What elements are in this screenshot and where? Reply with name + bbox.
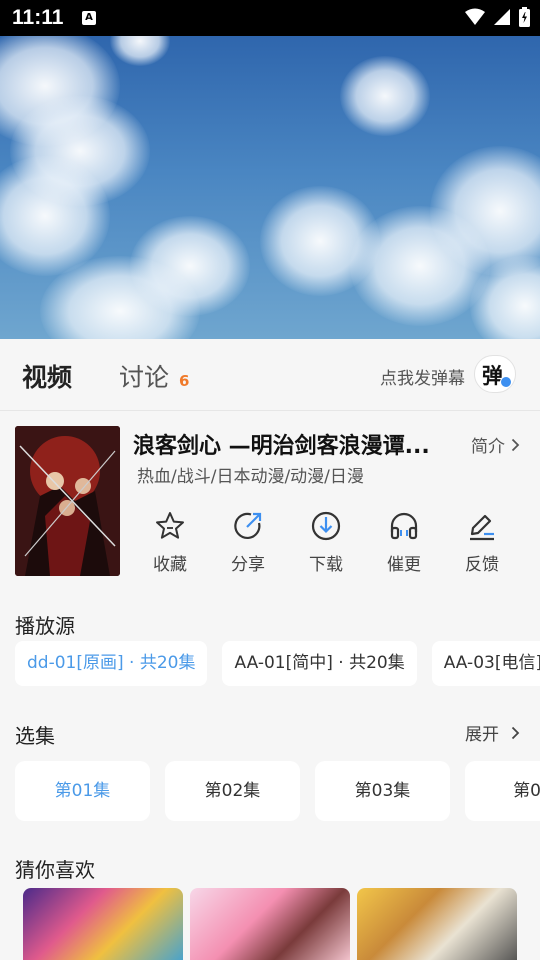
episodes-list: 第01集第02集第03集第04 bbox=[15, 761, 540, 821]
expand-episodes-button[interactable]: 展开 bbox=[465, 720, 520, 745]
episode-button[interactable]: 第03集 bbox=[315, 761, 450, 821]
download-button[interactable]: 下载 bbox=[287, 506, 365, 575]
feedback-label: 反馈 bbox=[465, 555, 499, 575]
danmu-toggle-button[interactable]: 弹 bbox=[474, 355, 516, 393]
download-icon bbox=[311, 511, 341, 541]
urge-update-label: 催更 bbox=[387, 555, 421, 575]
content-tab-bar: 视频 讨论 6 点我发弹幕 弹 bbox=[0, 339, 540, 411]
signal-icon bbox=[494, 9, 510, 25]
expand-label: 展开 bbox=[465, 725, 499, 745]
episode-button[interactable]: 第02集 bbox=[165, 761, 300, 821]
show-title: 浪客剑心 —明治剑客浪漫谭... bbox=[133, 434, 430, 459]
favorite-button[interactable]: 收藏 bbox=[131, 506, 209, 575]
episode-button[interactable]: 第01集 bbox=[15, 761, 150, 821]
sources-section-title: 播放源 bbox=[15, 614, 75, 638]
recommend-card[interactable] bbox=[357, 888, 517, 960]
download-label: 下载 bbox=[309, 555, 343, 575]
favorite-label: 收藏 bbox=[153, 555, 187, 575]
tab-discuss[interactable]: 讨论 bbox=[119, 358, 169, 394]
battery-icon bbox=[519, 7, 530, 27]
danmu-icon: 弹 bbox=[482, 364, 503, 388]
danmu-input-prompt[interactable]: 点我发弹幕 bbox=[380, 364, 465, 389]
danmu-enabled-icon bbox=[500, 376, 512, 388]
action-bar: 收藏 分享 下载 催更 反馈 bbox=[131, 506, 521, 575]
sources-list: dd-01[原画] · 共20集 AA-01[简中] · 共20集 AA-03[电信… bbox=[15, 641, 540, 687]
chevron-right-icon bbox=[511, 438, 520, 451]
chevron-right-icon bbox=[511, 726, 520, 739]
star-icon bbox=[156, 512, 184, 539]
show-poster bbox=[15, 426, 120, 576]
source-chip[interactable]: AA-03[电信] bbox=[431, 641, 540, 686]
share-icon bbox=[234, 512, 262, 539]
source-chip[interactable]: dd-01[原画] · 共20集 bbox=[15, 641, 208, 686]
poster-art bbox=[15, 426, 120, 576]
edit-icon bbox=[470, 514, 494, 541]
source-chip[interactable]: AA-01[简中] · 共20集 bbox=[222, 641, 417, 686]
show-tags: 热血/战斗/日本动漫/动漫/日漫 bbox=[137, 467, 364, 487]
headphones-icon bbox=[390, 512, 418, 540]
recommend-card[interactable] bbox=[23, 888, 183, 960]
episode-button[interactable]: 第04 bbox=[465, 761, 540, 821]
status-time: 11:11 bbox=[12, 6, 64, 29]
episodes-section-title: 选集 bbox=[15, 724, 55, 748]
recommend-section-title: 猜你喜欢 bbox=[15, 858, 95, 882]
intro-label: 简介 bbox=[471, 437, 505, 457]
discuss-count-badge: 6 bbox=[179, 372, 190, 390]
status-bar: 11:11 A bbox=[0, 0, 540, 36]
video-player[interactable] bbox=[0, 36, 540, 339]
feedback-button[interactable]: 反馈 bbox=[443, 506, 521, 575]
urge-update-button[interactable]: 催更 bbox=[365, 506, 443, 575]
notification-a-icon: A bbox=[82, 11, 96, 25]
recommend-list bbox=[23, 888, 540, 960]
share-button[interactable]: 分享 bbox=[209, 506, 287, 575]
wifi-icon bbox=[465, 8, 485, 25]
share-label: 分享 bbox=[231, 555, 265, 575]
intro-button[interactable]: 简介 bbox=[471, 432, 520, 457]
recommend-card[interactable] bbox=[190, 888, 350, 960]
status-icons bbox=[465, 7, 530, 27]
tab-video[interactable]: 视频 bbox=[22, 358, 72, 394]
